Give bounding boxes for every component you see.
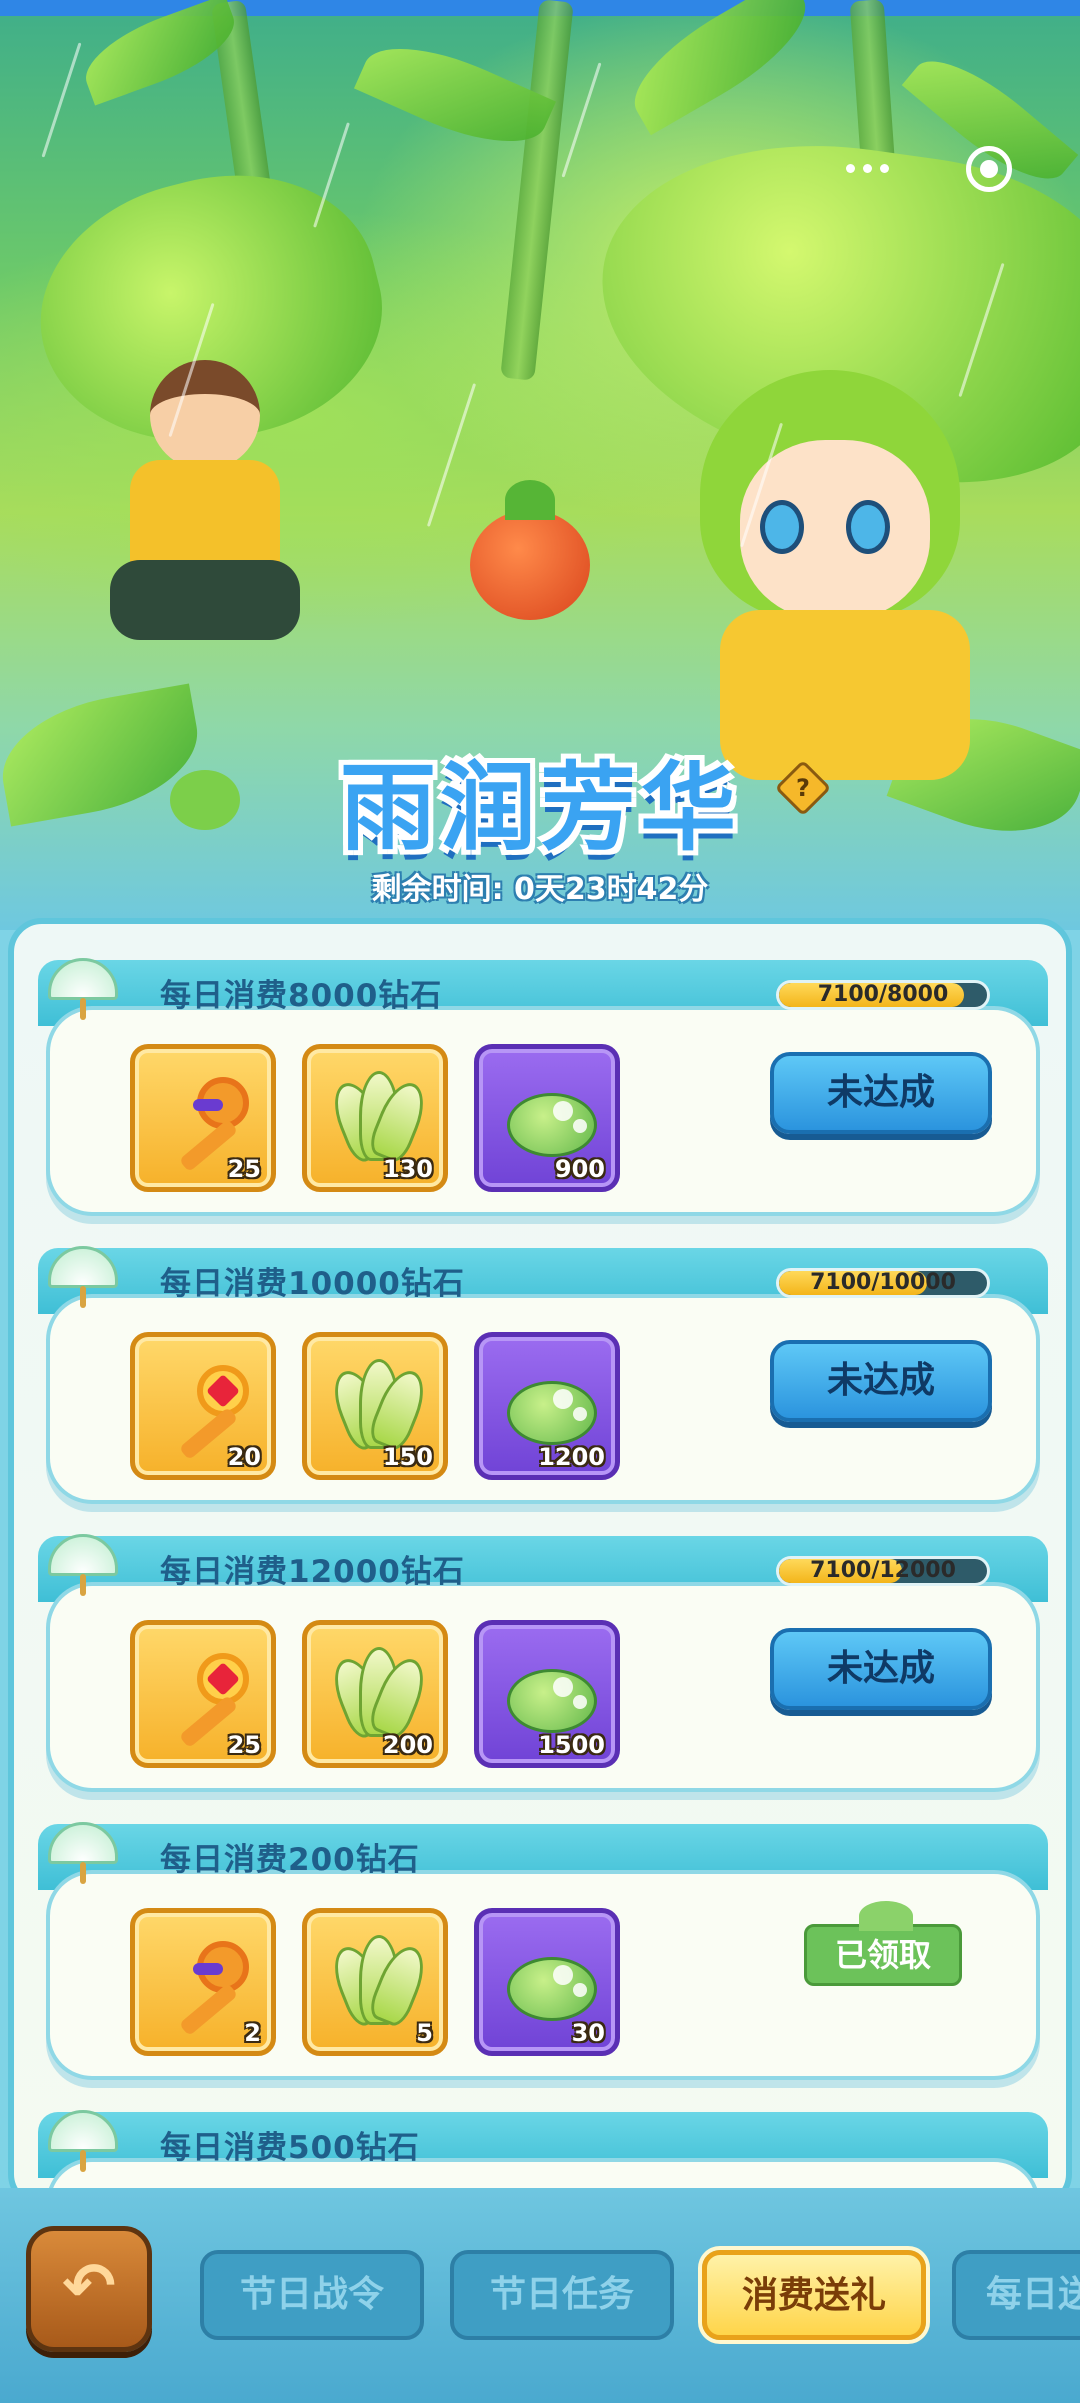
task-title: 每日消费10000钻石 [160, 1266, 465, 1302]
help-icon-glyph: ? [796, 774, 810, 802]
progress-text: 7100/8000 [817, 982, 949, 1007]
not-achieved-button[interactable]: 未达成 [770, 1628, 992, 1710]
not-achieved-button[interactable]: 未达成 [770, 1052, 992, 1134]
not-achieved-button[interactable]: 未达成 [770, 1340, 992, 1422]
lily-pad-icon [503, 1071, 599, 1167]
lily-pad-icon [503, 1935, 599, 2031]
bronze-key-icon [159, 1071, 255, 1173]
tab-spend-rewards[interactable]: 消费送礼 [702, 2250, 926, 2340]
reward-count: 150 [382, 1443, 433, 1471]
bamboo-stalk [500, 0, 574, 381]
bamboo-shoot-icon [325, 1071, 433, 1167]
reward-item-shoot[interactable]: 150 [302, 1332, 448, 1480]
event-banner: 雨润芳华 ? 剩余时间: 0天23时42分 [0, 0, 1080, 930]
back-arrow-icon: ↶ [62, 2250, 116, 2324]
reward-item-lily[interactable]: 1200 [474, 1332, 620, 1480]
tomato-mascot [470, 480, 590, 620]
umbrella-icon [46, 1818, 120, 1888]
bamboo-shoot-icon [325, 1935, 433, 2031]
task-panel[interactable]: 每日消费8000钻石 7100/8000 25 130 900 未达成 每日消费… [8, 918, 1072, 2208]
task-card: 每日消费12000钻石 7100/12000 25 200 1500 未达成 [38, 1534, 1048, 1802]
reward-count: 130 [382, 1155, 433, 1183]
umbrella-icon [46, 954, 120, 1024]
event-title: 雨润芳华 [340, 752, 740, 864]
rain-streak [426, 383, 477, 527]
reward-item-shoot[interactable]: 130 [302, 1044, 448, 1192]
reward-item-key[interactable]: 25 [130, 1044, 276, 1192]
ruby-key-icon [159, 1359, 255, 1461]
reward-count: 30 [571, 2019, 605, 2047]
task-title: 每日消费12000钻石 [160, 1554, 465, 1590]
more-dots-icon[interactable] [832, 150, 902, 186]
reward-count: 5 [416, 2019, 433, 2047]
countdown-timer: 剩余时间: 0天23时42分 [371, 872, 709, 907]
bamboo-shoot-icon [325, 1359, 433, 1455]
back-button[interactable]: ↶ [26, 2226, 152, 2352]
progress-bar: 7100/10000 [776, 1268, 990, 1298]
progress-text: 7100/10000 [810, 1270, 956, 1295]
reward-item-lily[interactable]: 900 [474, 1044, 620, 1192]
reward-count: 2 [244, 2019, 261, 2047]
progress-text: 7100/12000 [810, 1558, 956, 1583]
umbrella-icon [46, 1530, 120, 1600]
lily-pad-icon [503, 1647, 599, 1743]
girl-character [660, 370, 1020, 790]
tab-festival-pass[interactable]: 节日战令 [200, 2250, 424, 2340]
reward-count: 20 [227, 1443, 261, 1471]
reward-count: 200 [382, 1731, 433, 1759]
task-card: 每日消费10000钻石 7100/10000 20 150 1200 未达成 [38, 1246, 1048, 1514]
reward-item-lily[interactable]: 1500 [474, 1620, 620, 1768]
task-card: 每日消费8000钻石 7100/8000 25 130 900 未达成 [38, 958, 1048, 1226]
reward-count: 1500 [538, 1731, 605, 1759]
task-title: 每日消费8000钻石 [160, 978, 443, 1014]
target-close-icon[interactable] [966, 146, 1012, 192]
lily-pad-icon [503, 1359, 599, 1455]
umbrella-icon [46, 1242, 120, 1312]
reward-item-shoot[interactable]: 5 [302, 1908, 448, 2056]
boy-character [110, 360, 310, 660]
claimed-badge: 已领取 [804, 1901, 962, 1986]
task-title: 每日消费500钻石 [160, 2130, 420, 2166]
task-title: 每日消费200钻石 [160, 1842, 420, 1878]
reward-count: 25 [227, 1155, 261, 1183]
reward-count: 25 [227, 1731, 261, 1759]
tab-festival-tasks[interactable]: 节日任务 [450, 2250, 674, 2340]
reward-item-key[interactable]: 20 [130, 1332, 276, 1480]
bamboo-shoot-icon [325, 1647, 433, 1743]
bottom-nav: ↶ 节日战令 节日任务 消费送礼 每日送 [0, 2188, 1080, 2403]
rain-streak [561, 62, 602, 178]
progress-bar: 7100/8000 [776, 980, 990, 1010]
reward-count: 1200 [538, 1443, 605, 1471]
progress-bar: 7100/12000 [776, 1556, 990, 1586]
task-card: 每日消费200钻石 2 5 30 已领取 [38, 1822, 1048, 2090]
reward-count: 900 [554, 1155, 605, 1183]
ruby-key-icon [159, 1647, 255, 1749]
umbrella-icon [46, 2106, 120, 2176]
reward-item-key[interactable]: 2 [130, 1908, 276, 2056]
tab-daily-gift[interactable]: 每日送 [952, 2250, 1080, 2340]
rain-streak [41, 42, 82, 158]
reward-item-lily[interactable]: 30 [474, 1908, 620, 2056]
bronze-key-icon [159, 1935, 255, 2037]
reward-item-key[interactable]: 25 [130, 1620, 276, 1768]
reward-item-shoot[interactable]: 200 [302, 1620, 448, 1768]
bamboo-leaf [615, 0, 825, 136]
